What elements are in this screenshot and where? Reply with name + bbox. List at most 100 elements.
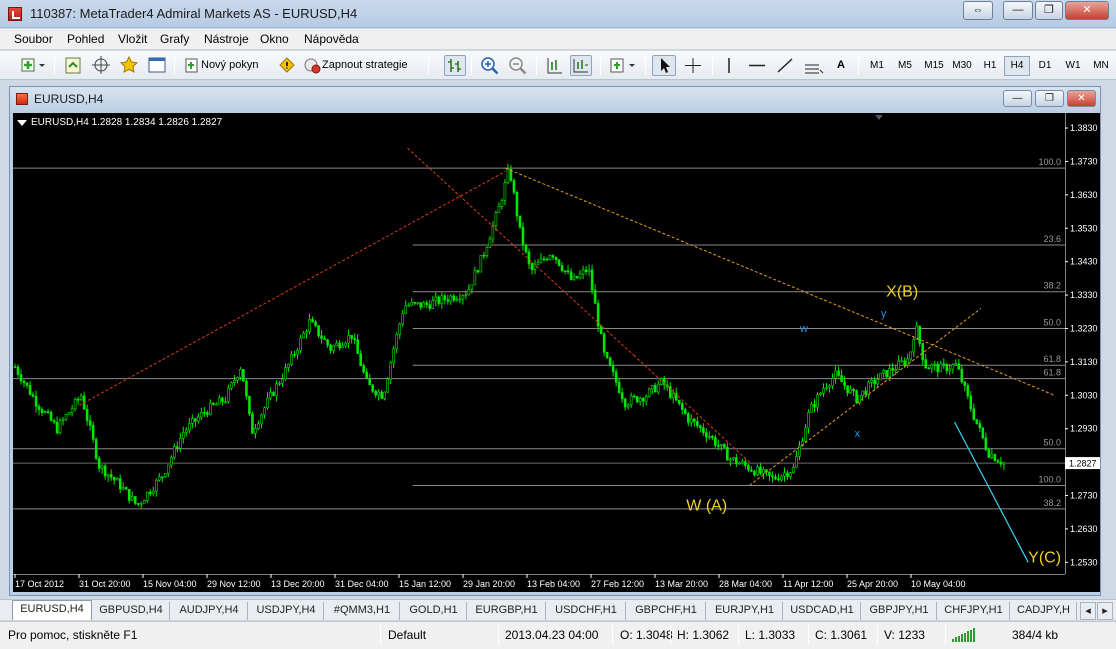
candle[interactable] bbox=[996, 458, 1000, 463]
tab-usdjpy-h4[interactable]: USDJPY,H4 bbox=[249, 602, 324, 620]
trendline[interactable] bbox=[749, 308, 982, 486]
candle[interactable] bbox=[536, 259, 540, 266]
candle[interactable] bbox=[299, 334, 302, 354]
candle[interactable] bbox=[422, 300, 426, 308]
candle[interactable] bbox=[130, 491, 134, 502]
menu-vlozit[interactable]: Vložit bbox=[118, 32, 147, 46]
candle[interactable] bbox=[470, 284, 474, 294]
close-button[interactable]: ✕ bbox=[1065, 1, 1109, 20]
chart-minimize-button[interactable]: — bbox=[1003, 90, 1032, 107]
candle[interactable] bbox=[741, 458, 744, 465]
candle[interactable] bbox=[945, 362, 949, 374]
minimize-button[interactable]: — bbox=[1003, 1, 1033, 20]
trendline-button[interactable] bbox=[774, 55, 796, 76]
candle[interactable] bbox=[455, 296, 459, 302]
candle[interactable] bbox=[963, 380, 967, 392]
candle[interactable] bbox=[37, 403, 41, 416]
candle[interactable] bbox=[353, 333, 356, 345]
candle[interactable] bbox=[665, 380, 669, 391]
candle[interactable] bbox=[263, 406, 266, 419]
candle[interactable] bbox=[879, 372, 882, 380]
timeframe-w1-button[interactable]: W1 bbox=[1060, 56, 1086, 76]
candle[interactable] bbox=[419, 302, 423, 310]
candle[interactable] bbox=[133, 496, 137, 506]
candle[interactable] bbox=[680, 401, 684, 415]
candle[interactable] bbox=[302, 330, 305, 339]
candle[interactable] bbox=[602, 332, 606, 357]
candle[interactable] bbox=[34, 390, 38, 413]
candle[interactable] bbox=[834, 365, 837, 384]
candle[interactable] bbox=[960, 364, 964, 384]
candle[interactable] bbox=[461, 294, 465, 305]
candle[interactable] bbox=[708, 431, 711, 440]
candle[interactable] bbox=[683, 407, 687, 415]
candle[interactable] bbox=[705, 427, 708, 443]
candle[interactable] bbox=[139, 501, 143, 509]
candle[interactable] bbox=[762, 466, 765, 480]
candle[interactable] bbox=[248, 395, 251, 417]
candle[interactable] bbox=[185, 427, 188, 437]
tab-gbpjpy-h1[interactable]: GBPJPY,H1 bbox=[862, 602, 937, 620]
bar-chart-button[interactable] bbox=[444, 55, 466, 76]
candle[interactable] bbox=[867, 380, 870, 399]
candle[interactable] bbox=[371, 384, 374, 394]
candle[interactable] bbox=[503, 179, 507, 206]
candle[interactable] bbox=[169, 455, 173, 469]
candle[interactable] bbox=[383, 391, 387, 401]
timeframe-m5-button[interactable]: M5 bbox=[892, 56, 918, 76]
candle[interactable] bbox=[329, 343, 332, 354]
candle[interactable] bbox=[236, 376, 239, 384]
candle[interactable] bbox=[488, 236, 492, 248]
candle[interactable] bbox=[100, 464, 104, 475]
candle[interactable] bbox=[118, 474, 122, 494]
candle[interactable] bbox=[392, 345, 396, 369]
candle[interactable] bbox=[389, 360, 393, 385]
candle[interactable] bbox=[49, 410, 53, 422]
candle[interactable] bbox=[810, 401, 813, 413]
candle[interactable] bbox=[659, 377, 663, 386]
candle[interactable] bbox=[702, 423, 705, 436]
candle[interactable] bbox=[467, 284, 471, 296]
candle[interactable] bbox=[617, 377, 621, 394]
candle[interactable] bbox=[242, 369, 245, 382]
candle[interactable] bbox=[584, 265, 588, 276]
candle[interactable] bbox=[527, 248, 531, 269]
zoom-out-button[interactable] bbox=[507, 55, 529, 76]
candle[interactable] bbox=[395, 332, 399, 354]
candle[interactable] bbox=[620, 387, 624, 403]
chart-window-titlebar[interactable]: EURUSD,H4 — ❐ ✕ bbox=[10, 87, 1100, 111]
candle[interactable] bbox=[338, 340, 341, 351]
candle[interactable] bbox=[398, 322, 402, 340]
candle[interactable] bbox=[191, 414, 194, 429]
candle[interactable] bbox=[332, 344, 335, 354]
candle[interactable] bbox=[148, 489, 152, 497]
candle[interactable] bbox=[554, 256, 558, 264]
favorites-button[interactable] bbox=[118, 55, 140, 76]
candle[interactable] bbox=[638, 396, 642, 406]
chart-menu-triangle-icon[interactable] bbox=[17, 120, 27, 126]
candle[interactable] bbox=[121, 482, 125, 491]
candle[interactable] bbox=[227, 384, 230, 404]
candle[interactable] bbox=[209, 399, 212, 416]
candle[interactable] bbox=[31, 391, 35, 398]
candle[interactable] bbox=[605, 351, 609, 359]
candle[interactable] bbox=[533, 259, 537, 275]
candle[interactable] bbox=[699, 424, 702, 433]
candle[interactable] bbox=[269, 387, 272, 401]
candle[interactable] bbox=[221, 396, 224, 406]
candle[interactable] bbox=[79, 393, 83, 402]
candle[interactable] bbox=[136, 503, 140, 507]
trendline[interactable] bbox=[407, 147, 635, 356]
candle[interactable] bbox=[750, 466, 753, 473]
candle[interactable] bbox=[344, 341, 347, 349]
candle[interactable] bbox=[653, 382, 657, 393]
candle[interactable] bbox=[572, 273, 576, 282]
candle[interactable] bbox=[233, 374, 236, 387]
candle[interactable] bbox=[852, 387, 855, 397]
navigator-button[interactable] bbox=[90, 55, 112, 76]
candle[interactable] bbox=[88, 414, 92, 431]
candle[interactable] bbox=[58, 417, 62, 435]
candle[interactable] bbox=[614, 368, 618, 387]
candle[interactable] bbox=[677, 399, 681, 406]
candle[interactable] bbox=[656, 380, 660, 395]
